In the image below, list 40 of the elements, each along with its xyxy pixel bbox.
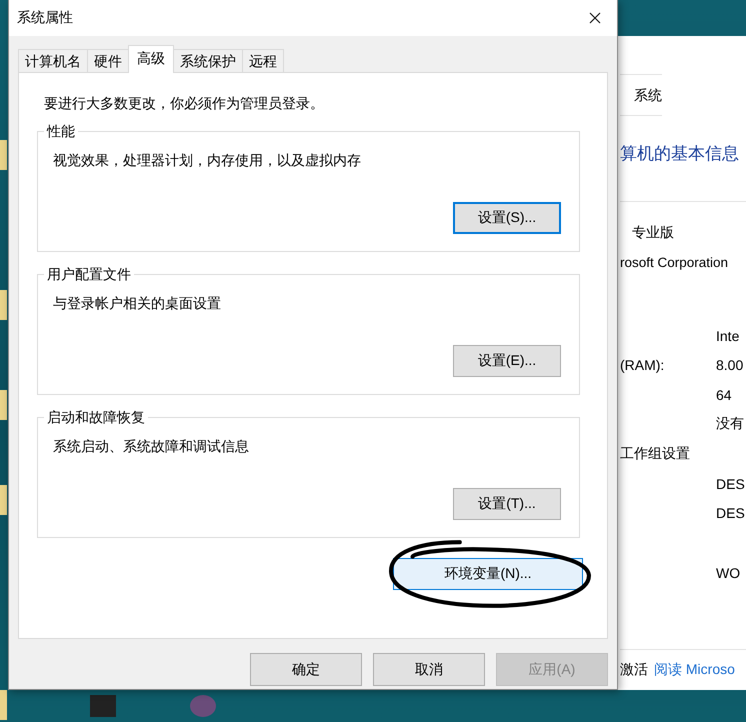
- tab[interactable]: 计算机名: [18, 49, 88, 72]
- app-icon[interactable]: [90, 695, 116, 717]
- folder-icon[interactable]: [0, 140, 7, 170]
- info-value: DES: [716, 476, 745, 492]
- info-label: (RAM):: [620, 357, 664, 374]
- breadcrumb[interactable]: 系统: [620, 74, 662, 116]
- dialog-button[interactable]: 确定: [250, 653, 362, 686]
- settings-button[interactable]: 设置(E)...: [453, 345, 561, 377]
- window-title: 系统属性: [17, 9, 73, 27]
- info-value: WO: [716, 564, 740, 581]
- app-icon[interactable]: [190, 695, 216, 717]
- group-title: 性能: [44, 122, 78, 140]
- folder-icon[interactable]: [0, 690, 7, 720]
- environment-variables-button[interactable]: 环境变量(N)...: [393, 558, 583, 590]
- dialog-button[interactable]: 取消: [373, 653, 485, 686]
- info-text: rosoft Corporation: [620, 254, 728, 270]
- license-link[interactable]: 阅读 Microso: [654, 661, 735, 679]
- folder-icon[interactable]: [0, 390, 7, 420]
- info-value: 64: [716, 386, 732, 403]
- close-icon[interactable]: [589, 12, 601, 24]
- section-title: 工作组设置: [620, 445, 690, 463]
- folder-icon[interactable]: [0, 485, 7, 515]
- edition-label: 专业版: [631, 224, 674, 242]
- group-title: 启动和故障恢复: [44, 408, 148, 426]
- group-description: 系统启动、系统故障和调试信息: [53, 438, 250, 456]
- settings-button[interactable]: 设置(T)...: [453, 488, 561, 520]
- activation-text: 激活: [620, 661, 648, 679]
- info-value: DES: [716, 505, 745, 522]
- tab[interactable]: 高级: [128, 45, 174, 73]
- folder-icon[interactable]: [0, 290, 7, 320]
- settings-button[interactable]: 设置(S)...: [453, 202, 561, 234]
- group-description: 与登录帐户相关的桌面设置: [53, 295, 222, 313]
- info-value: 没有: [716, 415, 744, 434]
- info-value: Inte: [716, 328, 740, 344]
- notice-text: 要进行大多数更改，你必须作为管理员登录。: [44, 95, 325, 113]
- tab[interactable]: 远程: [242, 49, 284, 72]
- group-description: 视觉效果，处理器计划，内存使用，以及虚拟内存: [53, 152, 362, 170]
- info-value: 8.00: [716, 357, 744, 374]
- page-heading: 算机的基本信息: [620, 143, 739, 165]
- group-title: 用户配置文件: [44, 265, 134, 283]
